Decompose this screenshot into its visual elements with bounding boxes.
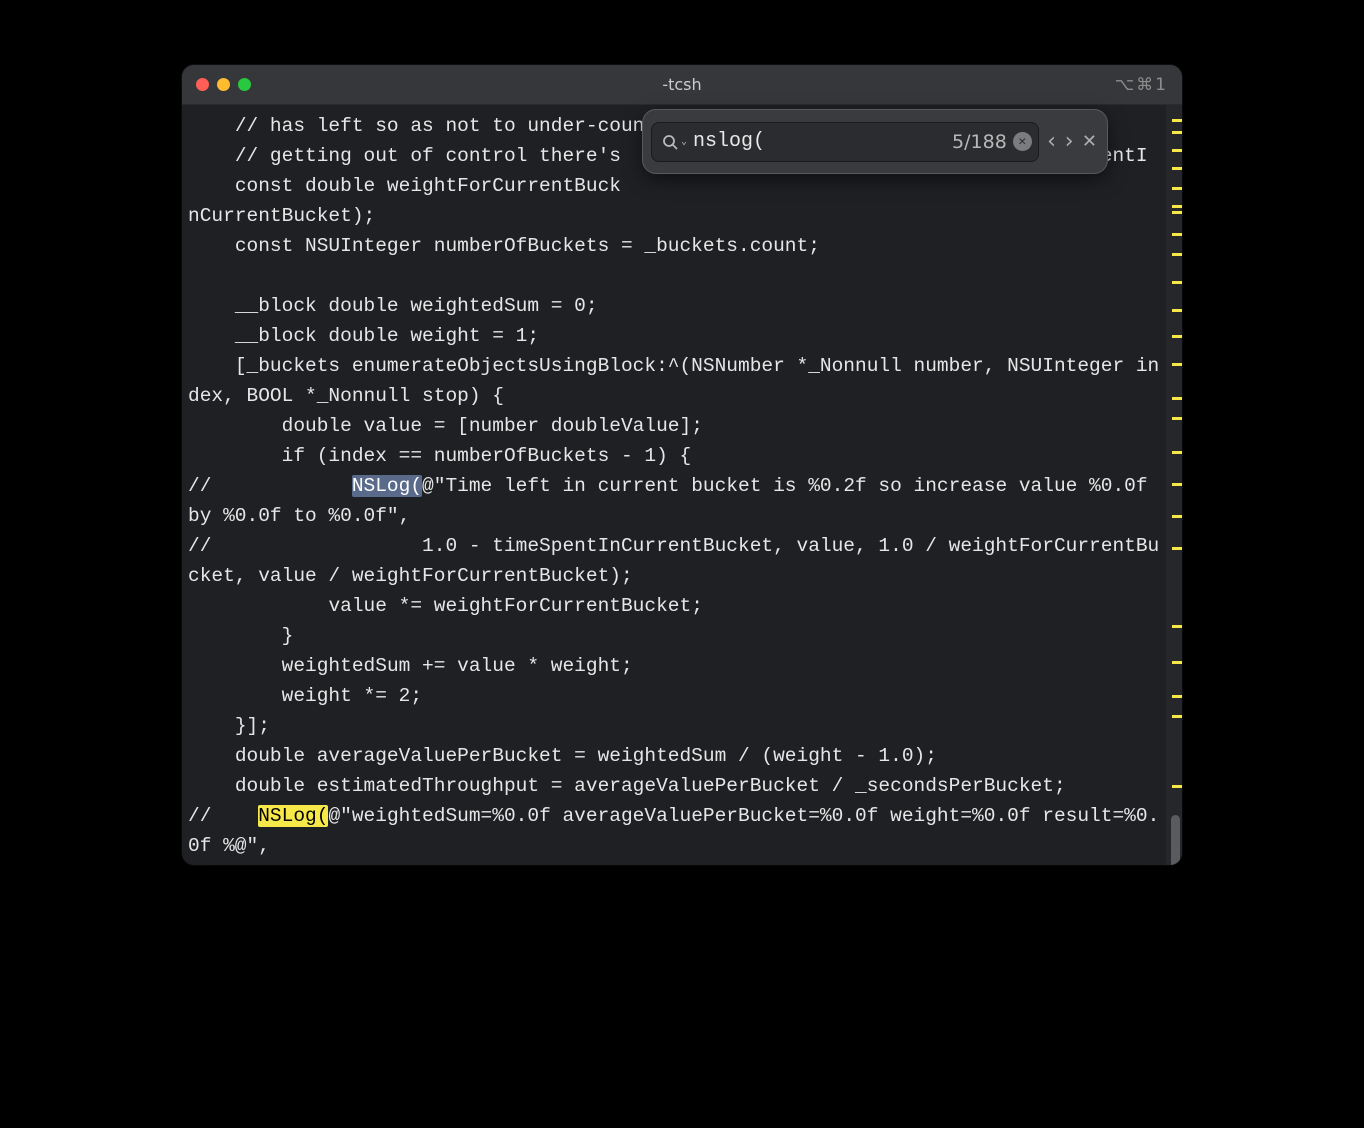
content-area: // has left so as not to under-count it,… <box>182 105 1182 865</box>
minimap-match-marker <box>1172 309 1182 312</box>
minimap-match-marker <box>1172 715 1182 718</box>
code-line: @"weightedSum=%0.0f averageValuePerBucke… <box>188 805 1159 857</box>
code-line: weight *= 2; <box>188 685 422 707</box>
code-line: const NSUInteger numberOfBuckets = _buck… <box>188 235 820 257</box>
window-title: -tcsh <box>182 75 1182 94</box>
code-line: // 1.0 - timeSpentInCurrentBucket, value… <box>188 535 1159 587</box>
find-panel: ⌄ 5/188 ✕ ‹ › ✕ <box>642 109 1108 174</box>
find-field[interactable]: ⌄ 5/188 ✕ <box>651 122 1039 162</box>
window-shortcut-hint: ⌥⌘1 <box>1115 75 1168 95</box>
code-line: weightedSum += value * weight; <box>188 655 633 677</box>
search-match-current: NSLog( <box>352 475 422 497</box>
minimap-match-marker <box>1172 233 1182 236</box>
code-line: } <box>188 625 293 647</box>
code-line: const double weightForCurrentBuck <box>188 175 621 197</box>
minimap-match-marker <box>1172 211 1182 214</box>
code-line: if (index == numberOfBuckets - 1) { <box>188 445 691 467</box>
code-viewport[interactable]: // has left so as not to under-count it,… <box>182 105 1166 865</box>
minimap-match-marker <box>1172 167 1182 170</box>
minimap-match-marker <box>1172 625 1182 628</box>
chevron-right-icon: › <box>1065 129 1074 154</box>
close-window-button[interactable] <box>196 78 209 91</box>
search-match: NSLog( <box>258 805 328 827</box>
x-icon: ✕ <box>1018 135 1026 148</box>
scrollbar-thumb[interactable] <box>1171 815 1180 865</box>
minimap-match-marker <box>1172 515 1182 518</box>
search-icon <box>662 134 678 150</box>
minimap-match-marker <box>1172 785 1182 788</box>
minimap-match-marker <box>1172 335 1182 338</box>
code-line: }]; <box>188 715 270 737</box>
clear-search-button[interactable]: ✕ <box>1013 132 1032 151</box>
code-line: // <box>188 805 258 827</box>
code-line: nCurrentBucket); <box>188 205 375 227</box>
minimap-match-marker <box>1172 205 1182 208</box>
code-line: double estimatedThroughput = averageValu… <box>188 775 1066 797</box>
code-line: __block double weightedSum = 0; <box>188 295 598 317</box>
code-line: __block double weight = 1; <box>188 325 539 347</box>
minimap-match-marker <box>1172 547 1182 550</box>
minimap-match-marker <box>1172 397 1182 400</box>
close-icon: ✕ <box>1082 131 1097 152</box>
search-input[interactable] <box>693 130 946 153</box>
minimap-match-marker <box>1172 363 1182 366</box>
minimap-match-marker <box>1172 119 1182 122</box>
minimap-match-marker <box>1172 417 1182 420</box>
zoom-window-button[interactable] <box>238 78 251 91</box>
find-previous-button[interactable]: ‹ <box>1047 130 1057 154</box>
minimize-window-button[interactable] <box>217 78 230 91</box>
minimap-match-marker <box>1172 149 1182 152</box>
minimap-match-marker <box>1172 187 1182 190</box>
chevron-left-icon: ‹ <box>1047 129 1056 154</box>
minimap-match-marker <box>1172 661 1182 664</box>
minimap-gutter[interactable] <box>1166 105 1182 865</box>
minimap-match-marker <box>1172 253 1182 256</box>
code-line: double averageValuePerBucket = weightedS… <box>188 745 937 767</box>
minimap-match-marker <box>1172 695 1182 698</box>
search-result-count: 5/188 <box>952 131 1007 153</box>
code-line: [_buckets enumerateObjectsUsingBlock:^(N… <box>188 355 1159 407</box>
minimap-match-marker <box>1172 281 1182 284</box>
minimap-match-marker <box>1172 131 1182 134</box>
minimap-match-marker <box>1172 451 1182 454</box>
terminal-window: -tcsh ⌥⌘1 // has left so as not to under… <box>182 65 1182 865</box>
close-find-button[interactable]: ✕ <box>1082 131 1097 152</box>
code-line: value *= weightForCurrentBucket; <box>188 595 703 617</box>
minimap-match-marker <box>1172 483 1182 486</box>
find-next-button[interactable]: › <box>1064 130 1074 154</box>
titlebar[interactable]: -tcsh ⌥⌘1 <box>182 65 1182 105</box>
chevron-down-icon[interactable]: ⌄ <box>681 136 687 148</box>
code-line: // <box>188 475 352 497</box>
code-line: double value = [number doubleValue]; <box>188 415 703 437</box>
traffic-lights <box>196 78 251 91</box>
